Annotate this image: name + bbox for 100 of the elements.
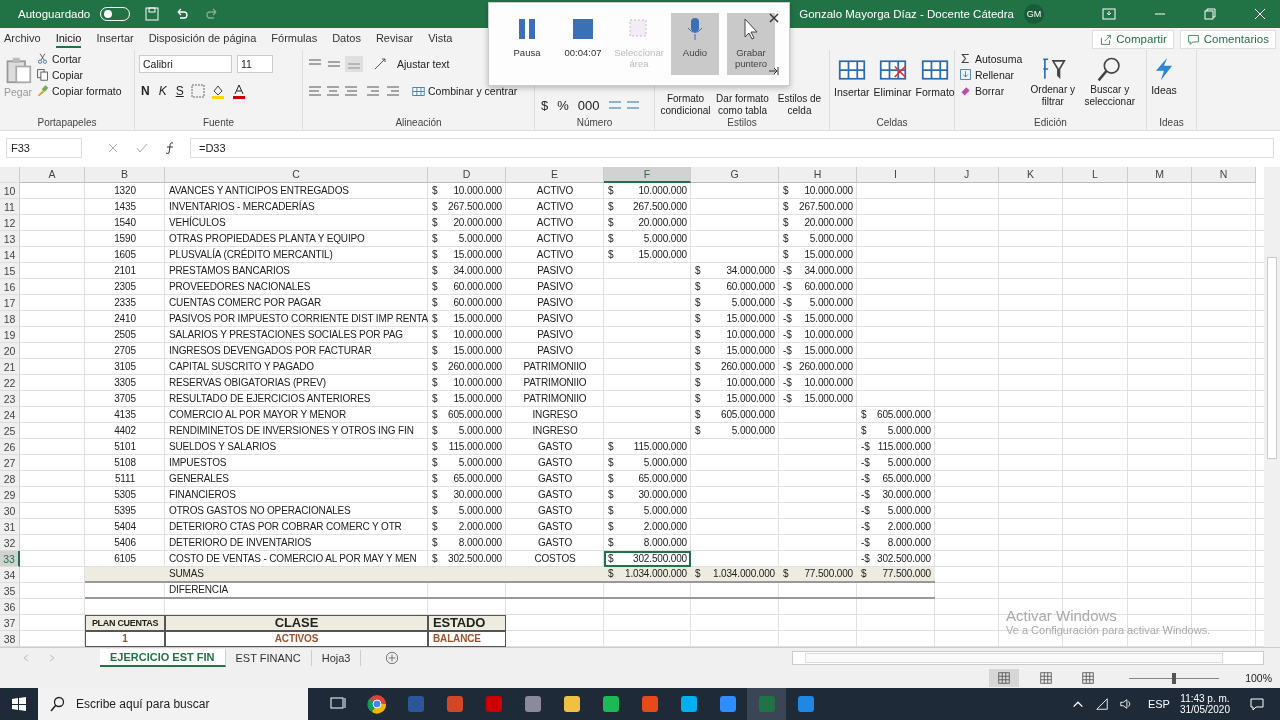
row-header[interactable]: 19 xyxy=(0,327,20,343)
merge-center-button[interactable]: Combinar y centrar xyxy=(412,84,518,98)
row-header[interactable]: 11 xyxy=(0,199,20,215)
ribbon-button[interactable]: Eliminar xyxy=(873,52,912,98)
row-header[interactable]: 15 xyxy=(0,263,20,279)
row-header[interactable]: 31 xyxy=(0,519,20,535)
row-header[interactable]: 16 xyxy=(0,279,20,295)
restore-icon[interactable] xyxy=(1204,8,1216,20)
fill-color-icon[interactable] xyxy=(209,83,226,99)
recorder-button[interactable]: 00:04:07 xyxy=(559,13,607,75)
ribbon-button[interactable]: Autosuma xyxy=(959,52,1023,65)
row-header[interactable]: 34 xyxy=(0,567,20,583)
column-header[interactable]: H xyxy=(779,167,857,183)
ribbon-button[interactable]: Insertar xyxy=(834,52,870,98)
ribbon-button[interactable]: Estilos de celda xyxy=(773,89,826,117)
share-button[interactable]: Compartir xyxy=(1092,29,1174,49)
column-header[interactable]: C xyxy=(165,167,428,183)
input-language[interactable]: ESP xyxy=(1147,698,1170,710)
column-header[interactable]: A xyxy=(20,167,85,183)
wrap-text-button[interactable]: Ajustar text xyxy=(397,58,450,70)
font-family-field[interactable]: Calibri xyxy=(139,55,232,73)
ribbon-tab[interactable]: Fórmulas xyxy=(271,30,318,48)
sheet-tab[interactable]: Hoja3 xyxy=(311,650,362,666)
close-icon[interactable] xyxy=(769,13,779,23)
row-header[interactable]: 12 xyxy=(0,215,20,231)
pin-icon[interactable] xyxy=(769,67,779,75)
column-header[interactable]: F xyxy=(604,167,691,183)
row-header[interactable]: 27 xyxy=(0,455,20,471)
comments-button[interactable]: Comentarios xyxy=(1179,29,1276,49)
ribbon-button[interactable]: Cortar xyxy=(36,52,122,65)
ribbon-display-icon[interactable] xyxy=(1102,8,1116,20)
formula-field[interactable]: =D33 xyxy=(190,138,1274,158)
recorder-button[interactable]: Pausa xyxy=(503,13,551,75)
ribbon-tab[interactable]: Archivo xyxy=(4,30,41,48)
ribbon-button[interactable]: Borrar xyxy=(959,84,1023,97)
font-size-field[interactable]: 11 xyxy=(237,55,273,73)
horizontal-scrollbar[interactable] xyxy=(792,651,1264,665)
ribbon-button[interactable]: Buscar y seleccionar xyxy=(1083,52,1137,108)
ribbon-button[interactable]: Copiar xyxy=(36,68,122,81)
ribbon-tab[interactable]: Disposición de página xyxy=(148,30,257,48)
vertical-scrollbar[interactable] xyxy=(1264,167,1280,647)
font-color-icon[interactable] xyxy=(230,83,247,99)
column-header[interactable]: B xyxy=(85,167,165,183)
ribbon-button[interactable]: Formato xyxy=(915,52,955,98)
column-header[interactable]: M xyxy=(1128,167,1192,183)
row-header[interactable]: 26 xyxy=(0,439,20,455)
row-header[interactable]: 35 xyxy=(0,583,20,599)
zoom-slider[interactable] xyxy=(1129,672,1220,684)
row-header[interactable]: 29 xyxy=(0,487,20,503)
column-header[interactable]: L xyxy=(1063,167,1128,183)
ribbon-button[interactable]: Ordenar y filtrar xyxy=(1026,52,1080,108)
font-style-button[interactable]: S xyxy=(173,84,186,98)
font-style-button[interactable]: K xyxy=(156,84,169,98)
row-header[interactable]: 13 xyxy=(0,231,20,247)
ribbon-button[interactable]: Copiar formato xyxy=(36,84,122,97)
font-style-button[interactable]: N xyxy=(139,84,152,98)
row-header[interactable]: 25 xyxy=(0,423,20,439)
check-icon[interactable] xyxy=(136,143,148,153)
sheet-tab[interactable]: EJERCICIO EST FIN xyxy=(100,649,226,667)
column-header[interactable]: D xyxy=(428,167,506,183)
ribbon-tab[interactable]: Vista xyxy=(428,30,453,48)
column-header[interactable]: I xyxy=(857,167,935,183)
ribbon-tab[interactable]: Datos xyxy=(332,30,361,48)
row-header[interactable]: 33 xyxy=(0,551,20,567)
row-header[interactable]: 32 xyxy=(0,535,20,551)
number-format-button[interactable]: % xyxy=(555,97,571,113)
recorder-button[interactable]: Audio xyxy=(671,13,719,75)
row-header[interactable]: 23 xyxy=(0,391,20,407)
ribbon-tab[interactable]: Inicio xyxy=(55,30,82,48)
column-header[interactable]: G xyxy=(691,167,779,183)
ribbon-button[interactable]: Rellenar xyxy=(959,68,1023,81)
row-header[interactable]: 36 xyxy=(0,599,20,615)
ribbon-tab[interactable]: Insertar xyxy=(96,30,134,48)
row-header[interactable]: 14 xyxy=(0,247,20,263)
row-header[interactable]: 18 xyxy=(0,311,20,327)
sheet-tab[interactable]: EST FINANC xyxy=(225,650,312,666)
row-header[interactable]: 22 xyxy=(0,375,20,391)
number-format-button[interactable]: $ xyxy=(539,97,551,113)
column-header[interactable]: E xyxy=(506,167,604,183)
avatar[interactable]: GM xyxy=(1024,4,1044,24)
taskbar-search-field[interactable]: Escribe aquí para buscar xyxy=(38,688,308,720)
column-header[interactable]: J xyxy=(935,167,999,183)
function-icon[interactable] xyxy=(164,142,176,154)
ribbon-tab[interactable]: Revisar xyxy=(375,30,414,48)
row-header[interactable]: 20 xyxy=(0,343,20,359)
column-header[interactable]: K xyxy=(999,167,1063,183)
row-header[interactable]: 10 xyxy=(0,183,20,199)
row-header[interactable]: 17 xyxy=(0,295,20,311)
ribbon-button[interactable]: Dar formato como tabla xyxy=(716,89,769,117)
row-header[interactable]: 28 xyxy=(0,471,20,487)
ideas-button[interactable]: Ideas xyxy=(1151,52,1177,96)
row-header[interactable]: 24 xyxy=(0,407,20,423)
number-format-button[interactable]: 000 xyxy=(575,97,602,113)
row-header[interactable]: 38 xyxy=(0,631,20,647)
row-header[interactable]: 30 xyxy=(0,503,20,519)
name-box[interactable]: F33 xyxy=(6,138,82,158)
column-header[interactable]: N xyxy=(1192,167,1256,183)
row-header[interactable]: 37 xyxy=(0,615,20,631)
ribbon-button[interactable]: Formato condicional xyxy=(659,89,712,117)
recorder-button[interactable]: Grabar puntero xyxy=(727,13,775,75)
